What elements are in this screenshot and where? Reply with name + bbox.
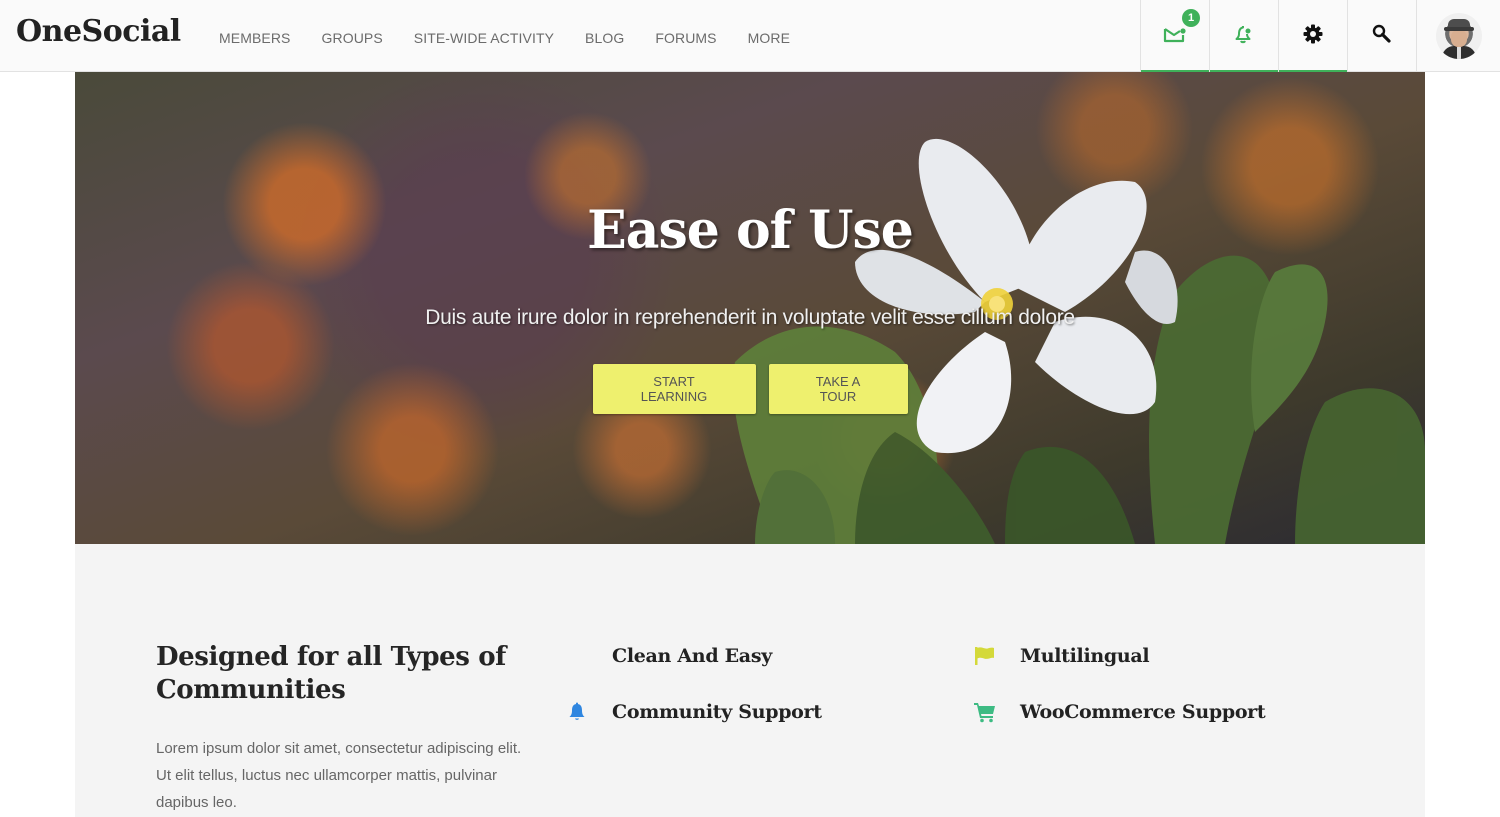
hero-subtitle: Duis aute irure dolor in reprehenderit i… (425, 306, 1075, 329)
settings-button[interactable] (1278, 0, 1347, 72)
start-learning-button[interactable]: START LEARNING (592, 364, 756, 414)
feature-clean-and-easy: Clean And Easy (565, 644, 772, 668)
avatar (1435, 13, 1482, 59)
features-description: Lorem ipsum dolor sit amet, consectetur … (156, 740, 522, 811)
messages-button[interactable]: 1 (1140, 0, 1209, 72)
nav-item-members[interactable]: MEMBERS (219, 30, 291, 46)
header-toolbar: 1 (1140, 0, 1500, 72)
search-icon (1371, 23, 1393, 50)
envelope-icon (1163, 24, 1187, 49)
flag-icon (973, 644, 997, 668)
site-header: OneSocial MEMBERS GROUPS SITE-WIDE ACTIV… (0, 0, 1500, 72)
hero-banner: Ease of Use Duis aute irure dolor in rep… (75, 72, 1425, 544)
feature-label: Multilingual (1020, 645, 1150, 667)
feature-community-support: Community Support (565, 700, 822, 724)
main-nav: MEMBERS GROUPS SITE-WIDE ACTIVITY BLOG F… (219, 30, 821, 46)
nav-item-forums[interactable]: FORUMS (655, 30, 716, 46)
gear-icon (1302, 23, 1324, 50)
hero-title: Ease of Use (587, 200, 914, 261)
feature-woocommerce-support: WooCommerce Support (973, 700, 1266, 724)
features-title: Designed for all Types of Communities (156, 642, 506, 705)
cart-icon (973, 700, 997, 724)
notifications-button[interactable] (1209, 0, 1278, 72)
feature-icon-placeholder (565, 644, 589, 668)
nav-item-blog[interactable]: BLOG (585, 30, 624, 46)
search-button[interactable] (1347, 0, 1416, 72)
feature-label: Clean And Easy (612, 645, 772, 667)
messages-badge: 1 (1182, 9, 1200, 27)
site-logo[interactable]: OneSocial (16, 14, 181, 49)
feature-label: WooCommerce Support (1020, 701, 1266, 723)
feature-multilingual: Multilingual (973, 644, 1150, 668)
nav-item-groups[interactable]: GROUPS (322, 30, 383, 46)
nav-item-more[interactable]: MORE (748, 30, 790, 46)
bell-icon (1233, 23, 1255, 50)
nav-item-site-wide-activity[interactable]: SITE-WIDE ACTIVITY (414, 30, 554, 46)
take-a-tour-button[interactable]: TAKE A TOUR (768, 364, 908, 414)
features-section: Designed for all Types of Communities Lo… (75, 544, 1425, 817)
profile-button[interactable] (1416, 0, 1500, 72)
hero-actions: START LEARNING TAKE A TOUR (75, 364, 1425, 414)
feature-label: Community Support (612, 701, 822, 723)
bell-icon (565, 700, 589, 724)
